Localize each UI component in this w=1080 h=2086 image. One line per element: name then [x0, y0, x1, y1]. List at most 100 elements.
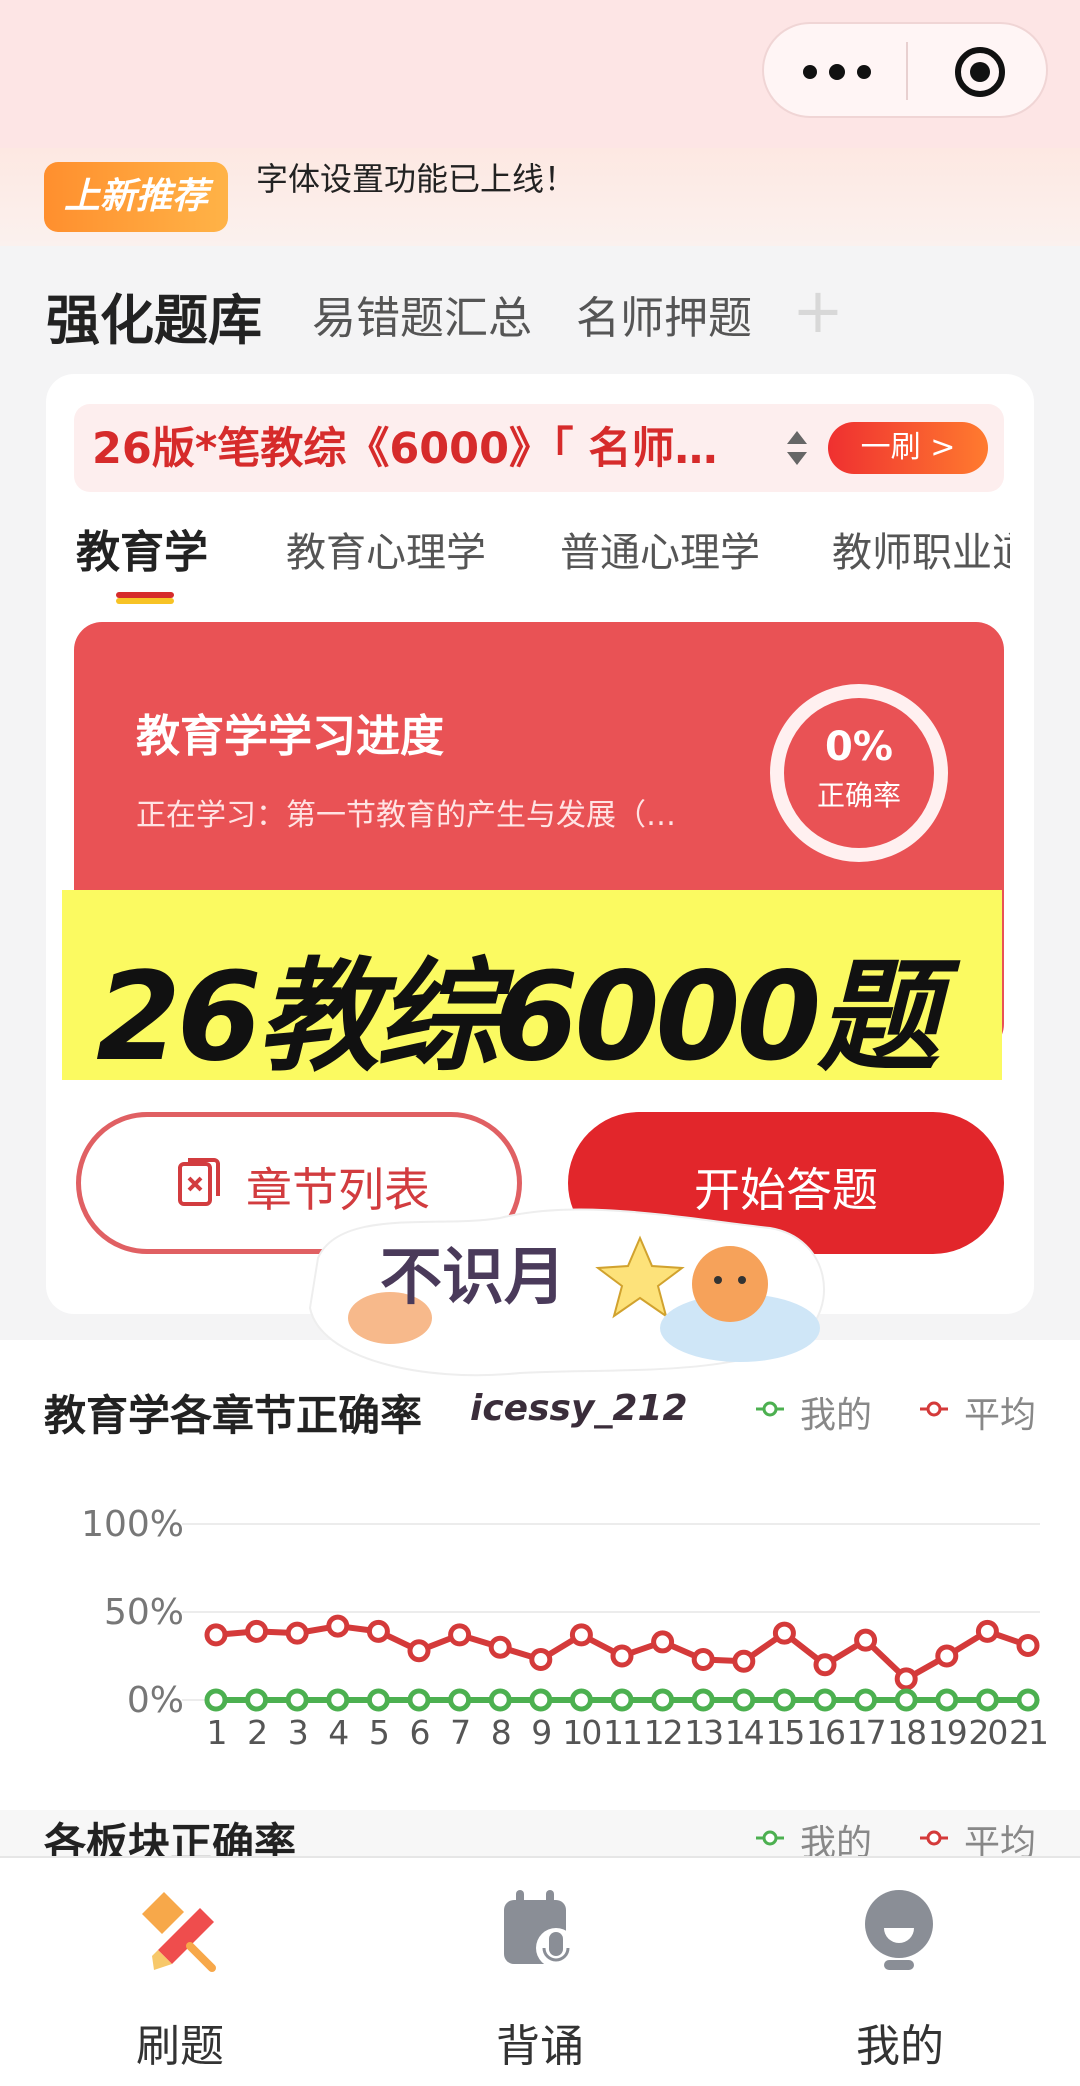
x-tick-label: 21 [1009, 1713, 1047, 1752]
x-tick-label: 19 [928, 1713, 966, 1752]
x-tick-label: 15 [765, 1713, 803, 1752]
announcement-text[interactable]: 字体设置功能已上线！ [256, 154, 576, 200]
promo-banner-text: 26教综6000题 [96, 946, 939, 1088]
data-point-mine [569, 1688, 593, 1712]
subtab-educational-psychology[interactable]: 教育心理学 [286, 520, 486, 578]
x-tick-label: 6 [410, 1713, 429, 1752]
x-tick-label: 3 [288, 1713, 307, 1752]
legend-average-icon [920, 1401, 948, 1417]
data-point-mine [326, 1688, 350, 1712]
data-point-average [732, 1649, 756, 1673]
progress-title: 教育学学习进度 [136, 711, 444, 762]
data-point-mine [529, 1688, 553, 1712]
data-point-mine [691, 1688, 715, 1712]
data-point-mine [610, 1688, 634, 1712]
accuracy-value: 0% [825, 724, 893, 770]
sort-arrows-icon[interactable] [784, 428, 810, 468]
current-section: 正在学习：第一节教育的产生与发展（… [136, 798, 676, 833]
decorative-sticker: 不识月 [308, 1208, 825, 1377]
data-point-average [691, 1648, 715, 1672]
x-tick-label: 16 [806, 1713, 844, 1752]
legend-average-label: 平均 [964, 1395, 1037, 1436]
data-point-mine [285, 1688, 309, 1712]
more-dots-icon[interactable] [802, 58, 872, 86]
data-point-mine [204, 1688, 228, 1712]
x-tick-label: 18 [887, 1713, 925, 1752]
pencil-icon[interactable] [134, 1884, 224, 1974]
bank-name[interactable]: 26版*笔教综《6000》「 名师… [92, 414, 717, 476]
data-point-mine [772, 1688, 796, 1712]
data-point-mine [894, 1688, 918, 1712]
data-point-average [569, 1623, 593, 1647]
profile-icon[interactable] [854, 1884, 944, 1974]
chapter-accuracy-chart: 100%50%0%1 2 3 4 5 6 7 8 9 10 11 12 13 14 15 16 17 18 19 20… [81, 1504, 1049, 1752]
data-point-mine [407, 1688, 431, 1712]
x-tick-label: 7 [450, 1713, 469, 1752]
y-tick-label: 0% [127, 1680, 184, 1721]
data-point-average [975, 1619, 999, 1643]
new-badge: 上新推荐 [44, 162, 228, 232]
x-tick-label: 12 [644, 1713, 682, 1752]
data-point-average [529, 1648, 553, 1672]
tab-teacher-predict[interactable]: 名师押题 [576, 282, 752, 346]
legend-mine-icon [756, 1401, 784, 1417]
data-point-average [651, 1630, 675, 1654]
data-point-mine [488, 1688, 512, 1712]
y-tick-label: 50% [104, 1592, 184, 1633]
data-point-mine [935, 1688, 959, 1712]
data-point-mine [651, 1688, 675, 1712]
data-point-average [813, 1653, 837, 1677]
data-point-average [488, 1635, 512, 1659]
x-tick-label: 17 [847, 1713, 885, 1752]
x-tick-label: 11 [603, 1713, 641, 1752]
data-point-average [245, 1619, 269, 1643]
data-point-mine [854, 1688, 878, 1712]
data-point-average [204, 1623, 228, 1647]
data-point-average [448, 1623, 472, 1647]
sticker-text: 不识月 [380, 1240, 566, 1313]
y-tick-label: 100% [81, 1504, 184, 1545]
subtab-general-psychology[interactable]: 普通心理学 [560, 520, 760, 578]
x-tick-label: 9 [531, 1713, 550, 1752]
data-point-average [854, 1628, 878, 1652]
watermark-text: icessy_212 [470, 1388, 688, 1429]
nav-mine-label[interactable]: 我的 [800, 2010, 1000, 2074]
round-button[interactable]: 一刷 > [828, 422, 988, 474]
x-tick-label: 14 [725, 1713, 764, 1752]
tab-intensive-bank[interactable]: 强化题库 [46, 276, 262, 355]
data-point-average [1016, 1633, 1040, 1657]
data-point-average [366, 1619, 390, 1643]
data-point-mine [732, 1688, 756, 1712]
nav-practice-label[interactable]: 刷题 [80, 2010, 280, 2074]
data-point-average [935, 1644, 959, 1668]
data-point-average [894, 1667, 918, 1691]
data-point-average [610, 1644, 634, 1668]
chapter-accuracy-title: 教育学各章节正确率 [44, 1391, 423, 1440]
x-tick-label: 5 [369, 1713, 388, 1752]
subtab-pedagogy[interactable]: 教育学 [76, 516, 208, 580]
data-point-average [407, 1639, 431, 1663]
document-x-icon [178, 1158, 220, 1206]
data-point-mine [813, 1688, 837, 1712]
data-point-mine [448, 1688, 472, 1712]
data-point-mine [1016, 1688, 1040, 1712]
data-point-mine [245, 1688, 269, 1712]
accuracy-ring [770, 684, 948, 862]
nav-recite-label[interactable]: 背诵 [440, 2010, 640, 2074]
data-point-average [326, 1614, 350, 1638]
add-tab-button[interactable]: + [792, 274, 844, 347]
close-target-icon[interactable] [954, 46, 1006, 98]
accuracy-label: 正确率 [816, 779, 901, 812]
calendar-mic-icon[interactable] [494, 1884, 584, 1974]
legend-average-icon [920, 1830, 948, 1846]
legend-mine-label: 我的 [800, 1395, 873, 1436]
capsule-divider [906, 42, 908, 100]
x-tick-label: 8 [491, 1713, 510, 1752]
subtab-teacher-ethics[interactable]: 教师职业道 [832, 520, 1010, 578]
x-tick-label: 13 [684, 1713, 722, 1752]
x-tick-label: 10 [562, 1713, 600, 1752]
data-point-mine [366, 1688, 390, 1712]
tab-error-summary[interactable]: 易错题汇总 [312, 282, 532, 346]
legend-mine-icon [756, 1830, 784, 1846]
miniprogram-capsule [762, 22, 1048, 118]
